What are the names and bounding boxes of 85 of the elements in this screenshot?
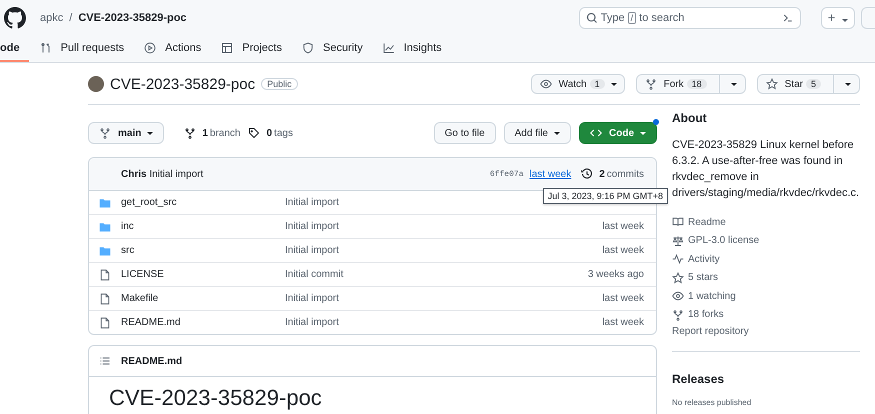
report-link[interactable]: Report repository [672, 326, 860, 337]
file-name[interactable]: src [121, 245, 285, 256]
readme-filename: README.md [121, 356, 182, 366]
search-icon [586, 12, 598, 24]
repo-link[interactable]: CVE-2023-35829-poc [78, 12, 187, 24]
code-icon [590, 127, 602, 139]
nav-tab[interactable]: Projects [212, 35, 291, 62]
path-separator: / [69, 12, 72, 24]
file-name[interactable]: inc [121, 221, 285, 232]
date-tooltip: Jul 3, 2023, 9:16 PM GMT+8 [542, 188, 668, 204]
pull-request-icon [40, 42, 52, 54]
nav-tab[interactable]: Insights [374, 35, 451, 62]
repo-action-button[interactable]: Fork 18 [636, 74, 720, 94]
commit-message[interactable]: Initial import [285, 197, 339, 208]
outline-icon[interactable] [99, 355, 111, 367]
commit-message[interactable]: Initial import [285, 245, 339, 256]
shield-icon [302, 42, 314, 54]
commit-message[interactable]: Initial import [285, 317, 339, 328]
file-name[interactable]: README.md [121, 317, 285, 328]
table-icon [221, 42, 234, 54]
visibility-label: Public [261, 78, 298, 90]
commit-message[interactable]: Initial import [285, 221, 339, 232]
file-name[interactable]: LICENSE [121, 269, 285, 280]
about-link[interactable]: 5 stars [672, 268, 860, 287]
fork-icon [672, 308, 684, 321]
owner-link[interactable]: apkc [40, 12, 64, 24]
file-name[interactable]: Makefile [121, 293, 285, 304]
commit-summary: Chris Initial import [121, 168, 204, 180]
repo-title[interactable]: CVE-2023-35829-poc [110, 76, 256, 92]
repo-description: CVE-2023-35829 Linux kernel before 6.3.2. A use-after-free was found in rkvdec_remove in drivers/staging/media/rkvdec/rkvdec.c. [672, 138, 860, 201]
code-button[interactable]: Code [579, 122, 657, 144]
eye-icon [672, 290, 684, 302]
branches-link[interactable]: 1 branch [184, 127, 240, 139]
star-icon [672, 272, 684, 284]
about-link[interactable]: Activity [672, 250, 860, 268]
about-link[interactable]: GPL-3.0 license [672, 232, 860, 250]
commit-sha[interactable]: 6ffe07a [490, 170, 524, 178]
commit-date: last week [602, 293, 644, 304]
folder-icon [99, 244, 111, 256]
about-link[interactable]: Readme [672, 213, 860, 232]
folder-icon [99, 196, 111, 208]
fork-icon [644, 78, 657, 90]
folder-icon [99, 220, 111, 232]
github-logo-icon[interactable] [4, 6, 26, 28]
commit-date: last week [602, 221, 644, 232]
commit-date: 3 weeks ago [588, 269, 644, 280]
about-heading: About [672, 111, 708, 125]
commits-link[interactable]: 2 commits [581, 168, 644, 180]
tags-link[interactable]: 0 tags [248, 127, 293, 139]
releases-heading[interactable]: Releases [672, 372, 860, 386]
go-to-file-button[interactable]: Go to file [434, 122, 496, 144]
tag-icon [248, 127, 260, 139]
branch-button[interactable]: main [88, 122, 164, 144]
commit-message[interactable]: Initial commit [285, 269, 344, 280]
file-icon [99, 292, 111, 304]
file-icon [99, 316, 111, 328]
search-field[interactable]: Type / to search [578, 6, 801, 28]
file-name[interactable]: get_root_src [121, 197, 285, 208]
repo-action-button[interactable]: Watch 1 [530, 74, 625, 94]
branch-icon [184, 127, 196, 139]
pulse-icon [672, 253, 684, 266]
readme-heading: CVE-2023-35829-poc [109, 385, 322, 414]
repo-action-button[interactable]: Star 5 [756, 74, 834, 94]
releases-empty-text: No releases published [672, 398, 752, 407]
history-icon [581, 168, 594, 180]
add-file-button[interactable]: Add file [504, 122, 571, 144]
star-icon [766, 78, 778, 90]
nav-tab[interactable]: Pull requests [30, 35, 134, 62]
nav-tab[interactable]: ode [0, 35, 29, 62]
about-link[interactable]: 1 watching [672, 287, 860, 306]
about-link[interactable]: 18 forks [672, 306, 860, 324]
commit-message[interactable]: Initial import [285, 293, 339, 304]
file-icon [99, 268, 111, 280]
create-new-button[interactable]: + [820, 6, 855, 28]
eye-icon [540, 78, 552, 90]
book-icon [672, 216, 684, 228]
commit-date: last week [602, 245, 644, 256]
branch-icon [99, 127, 111, 139]
scale-icon [672, 234, 684, 247]
nav-tab[interactable]: Security [292, 35, 372, 62]
graph-icon [382, 42, 395, 54]
avatar[interactable] [88, 76, 104, 92]
nav-tab[interactable]: Actions [135, 35, 210, 62]
commit-time-link[interactable]: last week [530, 168, 572, 180]
commit-date: last week [602, 317, 644, 328]
